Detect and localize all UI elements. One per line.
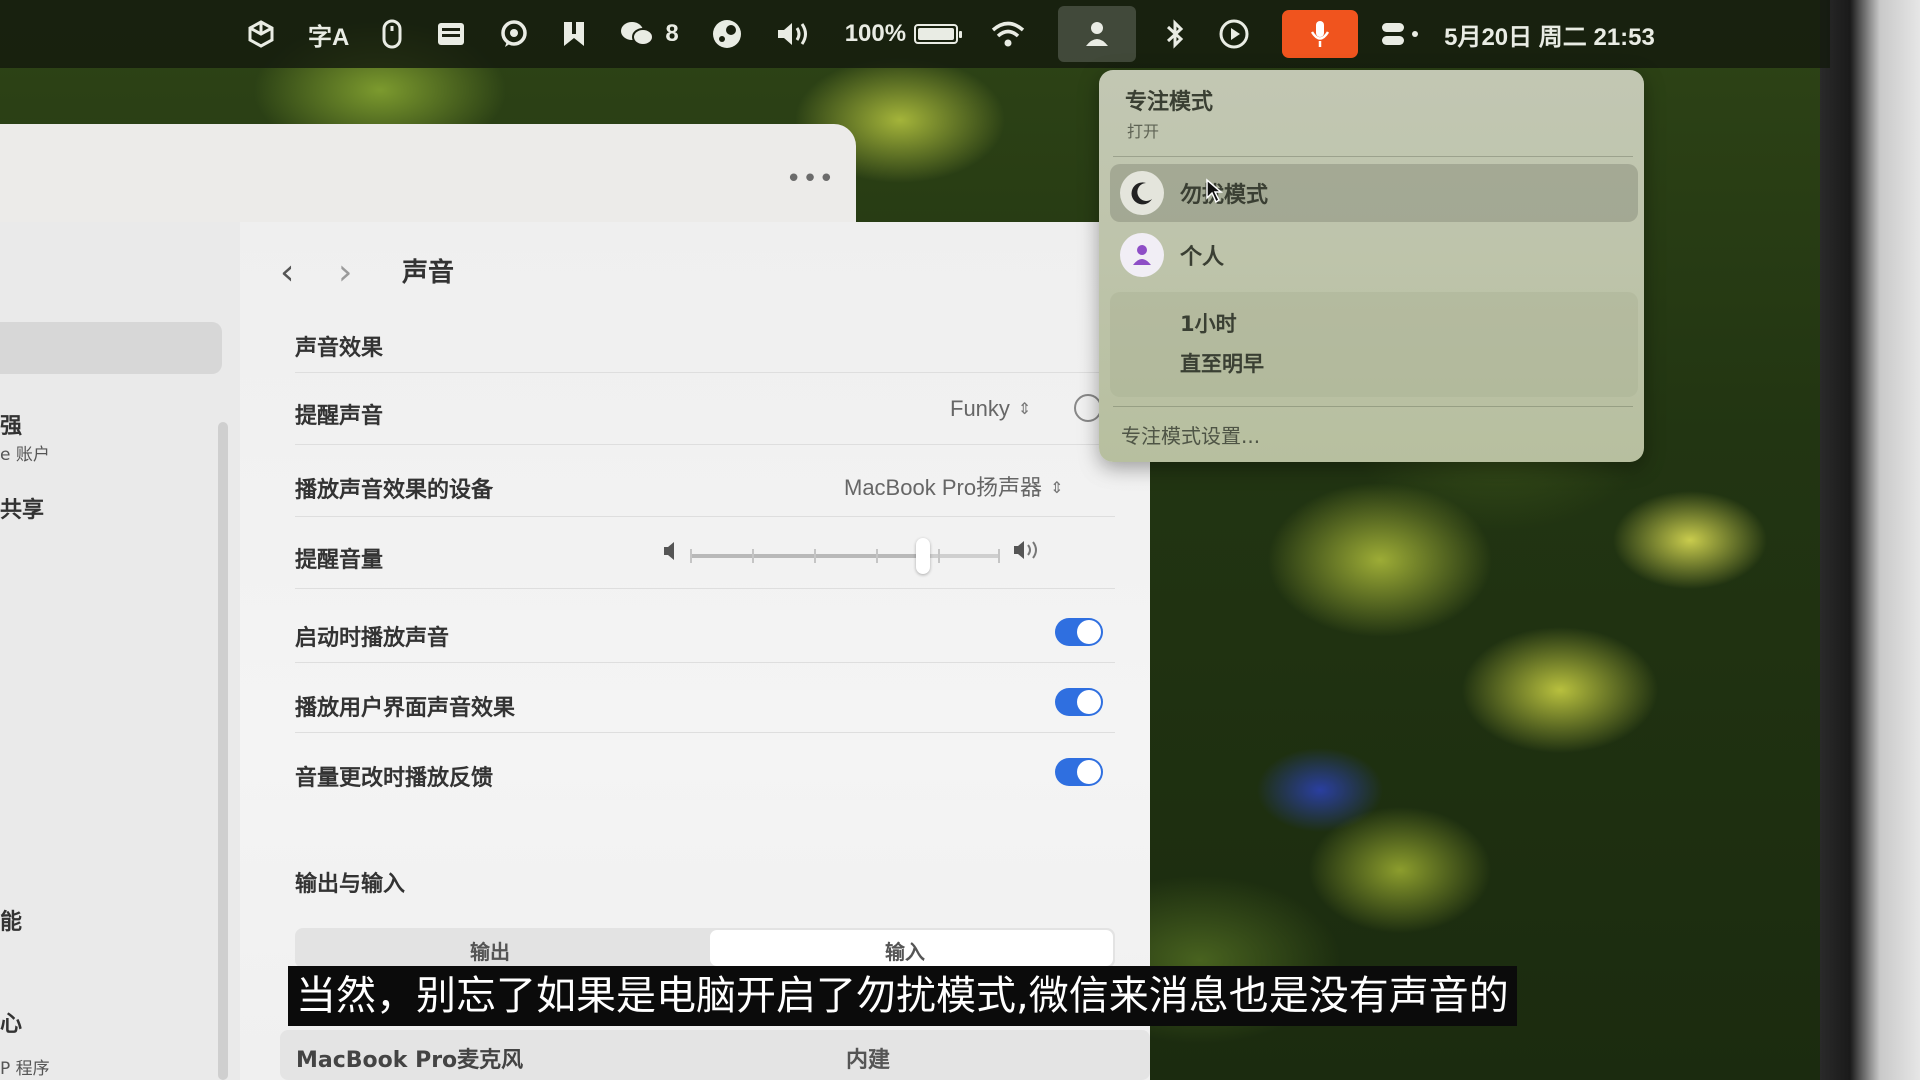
focus-menu-status: 打开 bbox=[1127, 122, 1160, 141]
play-preview-icon[interactable] bbox=[1074, 394, 1102, 422]
startup-sound-toggle[interactable] bbox=[1055, 618, 1103, 646]
sidebar-item-fragment[interactable]: 共享 bbox=[0, 492, 44, 524]
section-heading-effects: 声音效果 bbox=[295, 336, 384, 361]
divider bbox=[295, 372, 1115, 373]
toggle-label: 播放用户界面声音效果 bbox=[295, 696, 516, 721]
focus-item-label: 勿扰模式 bbox=[1180, 183, 1269, 208]
play-circle-icon[interactable] bbox=[1218, 0, 1250, 68]
mic-device-type: 内建 bbox=[846, 1048, 891, 1073]
alert-sound-value: Funky bbox=[950, 396, 1010, 421]
sound-settings-pane: ‹ › 声音 声音效果 提醒声音 Funky ⇕ 播放声音效果的设备 MacBoo… bbox=[240, 222, 1150, 1080]
divider bbox=[295, 444, 1115, 445]
output-device-value: MacBook Pro扬声器 bbox=[844, 475, 1043, 500]
wechat-badge: 8 bbox=[665, 20, 679, 47]
divider bbox=[1113, 406, 1633, 407]
person-icon bbox=[1120, 233, 1164, 277]
duration-option-1h[interactable]: 1小时 bbox=[1180, 308, 1237, 338]
mouse-cursor-icon bbox=[1205, 178, 1224, 208]
microphone-device-row[interactable]: MacBook Pro麦克风 内建 bbox=[280, 1030, 1150, 1080]
toggle-knob bbox=[1077, 690, 1101, 714]
focus-person-icon[interactable] bbox=[1058, 6, 1137, 62]
focus-menu-title[interactable]: 专注模式 bbox=[1125, 84, 1213, 116]
battery-percent: 100% bbox=[844, 20, 907, 47]
input-method-icon[interactable]: 字A bbox=[308, 0, 349, 68]
slider-tick bbox=[938, 549, 940, 563]
moon-icon bbox=[1120, 171, 1164, 215]
sidebar-item-fragment[interactable]: P 程序 bbox=[0, 1054, 50, 1079]
page-title: 声音 bbox=[402, 258, 455, 288]
mouse-icon[interactable] bbox=[381, 0, 403, 68]
duration-option-tomorrow[interactable]: 直至明早 bbox=[1180, 348, 1264, 378]
battery-icon bbox=[914, 24, 963, 44]
bluetooth-icon[interactable] bbox=[1164, 0, 1186, 68]
menu-bar: 字A 8 100% 5月20日 周二 21:53 bbox=[0, 0, 1830, 68]
sidebar-item-fragment[interactable]: 强 bbox=[0, 408, 22, 440]
toggle-label: 启动时播放声音 bbox=[295, 626, 450, 651]
updown-chevron-icon: ⇕ bbox=[1050, 480, 1064, 497]
divider bbox=[1113, 156, 1633, 157]
sidebar-scrollbar[interactable] bbox=[218, 422, 228, 1080]
divider bbox=[295, 588, 1115, 589]
focus-item-personal[interactable]: 个人 bbox=[1110, 226, 1638, 284]
toggle-knob bbox=[1077, 760, 1101, 784]
more-options-button[interactable]: ••• bbox=[786, 164, 835, 194]
chat-icon[interactable] bbox=[499, 0, 529, 68]
volume-low-icon bbox=[662, 540, 680, 566]
volume-icon[interactable] bbox=[775, 0, 813, 68]
slider-knob[interactable] bbox=[916, 538, 930, 574]
sidebar-selected-item[interactable] bbox=[0, 322, 222, 374]
cube-icon[interactable] bbox=[246, 0, 276, 68]
output-device-select[interactable]: MacBook Pro扬声器 ⇕ bbox=[844, 470, 1063, 502]
toggle-knob bbox=[1077, 620, 1101, 644]
output-input-segmented-control: 输出 输入 bbox=[295, 928, 1115, 968]
wechat-icon[interactable]: 8 bbox=[619, 0, 679, 68]
updown-chevron-icon: ⇕ bbox=[1017, 401, 1032, 418]
alert-volume-label: 提醒音量 bbox=[295, 548, 384, 573]
tab-input[interactable]: 输入 bbox=[885, 936, 925, 965]
slider-tick bbox=[998, 549, 1000, 563]
clipboard-icon[interactable] bbox=[435, 0, 467, 68]
slider-tick bbox=[752, 549, 754, 563]
slider-tick bbox=[814, 549, 816, 563]
slider-tick bbox=[690, 549, 692, 563]
back-arrow-icon[interactable]: ‹ bbox=[280, 252, 294, 293]
slider-fill bbox=[690, 554, 923, 558]
focus-item-label: 个人 bbox=[1180, 245, 1225, 270]
sidebar-item-fragment[interactable]: 心 bbox=[0, 1006, 22, 1038]
menubar-clock[interactable]: 5月20日 周二 21:53 bbox=[1444, 0, 1655, 68]
divider bbox=[295, 662, 1115, 663]
focus-settings-link[interactable]: 专注模式设置... bbox=[1121, 420, 1260, 449]
settings-sidebar: 强 e 账户 共享 能 心 P 程序 bbox=[0, 222, 240, 1080]
bookmark-icon[interactable] bbox=[561, 0, 587, 68]
volume-high-icon bbox=[1012, 538, 1046, 566]
sidebar-item-fragment[interactable]: 能 bbox=[0, 904, 22, 936]
slider-tick bbox=[876, 549, 878, 563]
wifi-icon[interactable] bbox=[990, 0, 1026, 68]
tab-output[interactable]: 输出 bbox=[470, 936, 510, 965]
forward-arrow-icon[interactable]: › bbox=[338, 252, 352, 293]
monitor-bezel bbox=[1820, 0, 1920, 1080]
control-center-icon[interactable] bbox=[1380, 0, 1420, 68]
sidebar-item-fragment[interactable]: e 账户 bbox=[0, 440, 50, 465]
toggle-label: 音量更改时播放反馈 bbox=[295, 766, 494, 791]
divider bbox=[295, 732, 1115, 733]
microphone-icon[interactable] bbox=[1282, 10, 1359, 58]
focus-mode-menu: 专注模式 打开 勿扰模式 个人 1小时 直至明早 专注模式设置... bbox=[1099, 70, 1644, 462]
steam-icon[interactable] bbox=[711, 0, 743, 68]
output-device-label: 播放声音效果的设备 bbox=[295, 478, 494, 503]
alert-volume-slider[interactable] bbox=[690, 538, 1000, 574]
divider bbox=[295, 516, 1115, 517]
alert-sound-select[interactable]: Funky ⇕ bbox=[950, 396, 1031, 422]
section-heading-io: 输出与输入 bbox=[295, 872, 406, 897]
volume-feedback-toggle[interactable] bbox=[1055, 758, 1103, 786]
video-subtitle: 当然，别忘了如果是电脑开启了勿扰模式,微信来消息也是没有声音的 bbox=[288, 966, 1517, 1026]
mic-device-name: MacBook Pro麦克风 bbox=[296, 1048, 524, 1073]
focus-item-do-not-disturb[interactable]: 勿扰模式 bbox=[1110, 164, 1638, 222]
battery-status[interactable]: 100% bbox=[844, 0, 963, 68]
ui-sound-effects-toggle[interactable] bbox=[1055, 688, 1103, 716]
focus-duration-group: 1小时 直至明早 bbox=[1110, 292, 1638, 397]
alert-sound-label: 提醒声音 bbox=[295, 404, 384, 429]
